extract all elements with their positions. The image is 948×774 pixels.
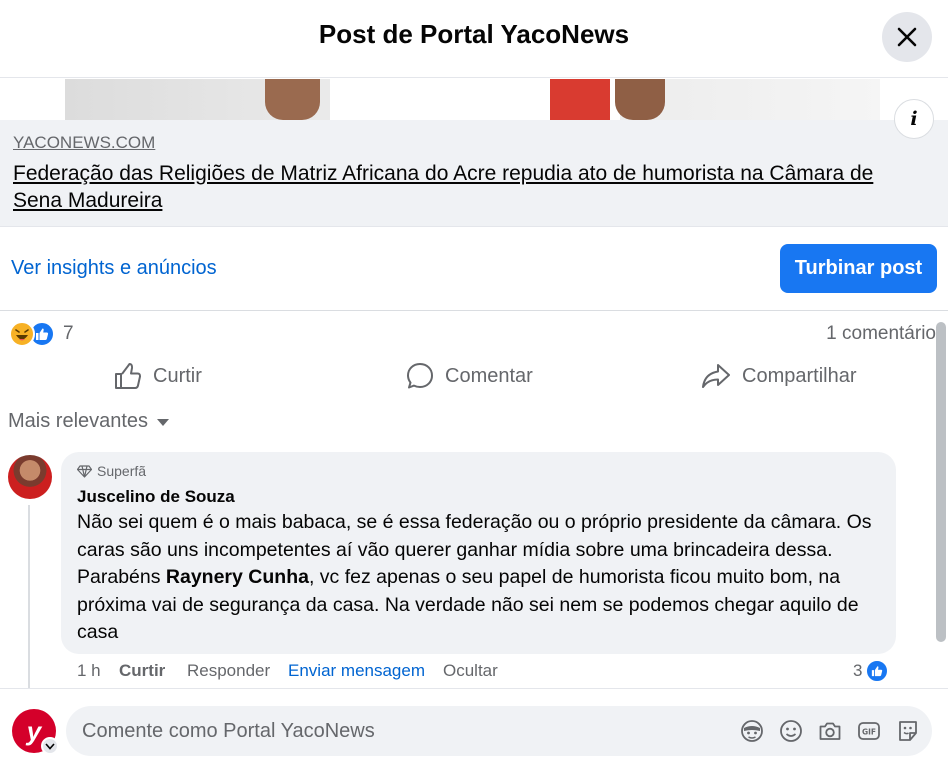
- divider: [0, 310, 948, 311]
- hide-comment-button[interactable]: Ocultar: [443, 661, 498, 681]
- close-icon: [897, 27, 917, 47]
- gif-icon[interactable]: GIF: [857, 719, 881, 743]
- share-label: Compartilhar: [742, 364, 857, 387]
- comment-time[interactable]: 1 h: [77, 661, 101, 681]
- send-message-button[interactable]: Enviar mensagem: [288, 661, 425, 681]
- emoji-icon[interactable]: [779, 719, 803, 743]
- superfan-badge: Superfã: [77, 463, 146, 479]
- comment-composer-bar: y GIF: [0, 688, 948, 774]
- comment-input[interactable]: [82, 706, 722, 756]
- profile-switcher-button[interactable]: [41, 737, 59, 755]
- thumbs-up-icon: [115, 363, 142, 389]
- dialog-header: Post de Portal YacoNews: [0, 0, 948, 78]
- diamond-icon: [77, 464, 92, 478]
- comment-author[interactable]: Juscelino de Souza: [77, 487, 235, 507]
- comment-label: Comentar: [445, 364, 533, 387]
- link-domain[interactable]: YACONEWS.COM: [13, 133, 155, 153]
- comment-like-count-value: 3: [853, 661, 863, 680]
- comment-like-button[interactable]: Curtir: [119, 661, 165, 681]
- comment-count[interactable]: 1 comentário: [826, 323, 936, 345]
- badge-label: Superfã: [97, 463, 147, 479]
- chevron-down-icon: [45, 742, 55, 750]
- comment-text: Não sei quem é o mais babaca, se é essa …: [77, 509, 887, 647]
- page-avatar-logo: y: [26, 715, 42, 746]
- info-icon: i: [910, 108, 918, 130]
- sort-label: Mais relevantes: [8, 410, 149, 432]
- share-button[interactable]: Compartilhar: [700, 356, 856, 396]
- post-image[interactable]: [65, 79, 880, 120]
- reaction-count: 7: [63, 323, 74, 344]
- comment-bubble-icon: [407, 363, 433, 389]
- like-label: Curtir: [153, 364, 202, 387]
- comment-reply-button[interactable]: Responder: [187, 661, 270, 681]
- thread-line: [28, 505, 30, 690]
- like-icon: [865, 659, 890, 683]
- reactions-summary[interactable]: 7: [9, 320, 74, 348]
- svg-text:GIF: GIF: [862, 728, 876, 737]
- comment-like-count[interactable]: 3: [853, 659, 890, 683]
- sticker-icon[interactable]: [896, 719, 920, 743]
- close-button[interactable]: [882, 12, 932, 62]
- camera-icon[interactable]: [818, 719, 842, 743]
- haha-icon: [9, 321, 35, 347]
- share-arrow-icon: [702, 364, 730, 388]
- scrollbar-thumb[interactable]: [936, 322, 946, 642]
- caret-down-icon: [157, 418, 170, 426]
- comment-button[interactable]: Comentar: [405, 356, 533, 396]
- commenter-avatar[interactable]: [8, 455, 52, 499]
- link-preview-card[interactable]: YACONEWS.COM Federação das Religiões de …: [0, 120, 948, 227]
- mention-link[interactable]: Raynery Cunha: [166, 566, 309, 588]
- comment-composer[interactable]: GIF: [66, 706, 932, 756]
- link-title[interactable]: Federação das Religiões de Matriz Africa…: [13, 160, 893, 214]
- insights-link[interactable]: Ver insights e anúncios: [11, 257, 217, 280]
- avatar-sticker-icon[interactable]: [740, 719, 764, 743]
- boost-post-button[interactable]: Turbinar post: [780, 244, 937, 293]
- comment-bubble: Superfã Juscelino de Souza Não sei quem …: [61, 452, 896, 654]
- comment-sort-dropdown[interactable]: Mais relevantes: [8, 410, 170, 433]
- like-button[interactable]: Curtir: [113, 356, 202, 396]
- info-button[interactable]: i: [894, 99, 934, 139]
- dialog-title: Post de Portal YacoNews: [318, 19, 630, 49]
